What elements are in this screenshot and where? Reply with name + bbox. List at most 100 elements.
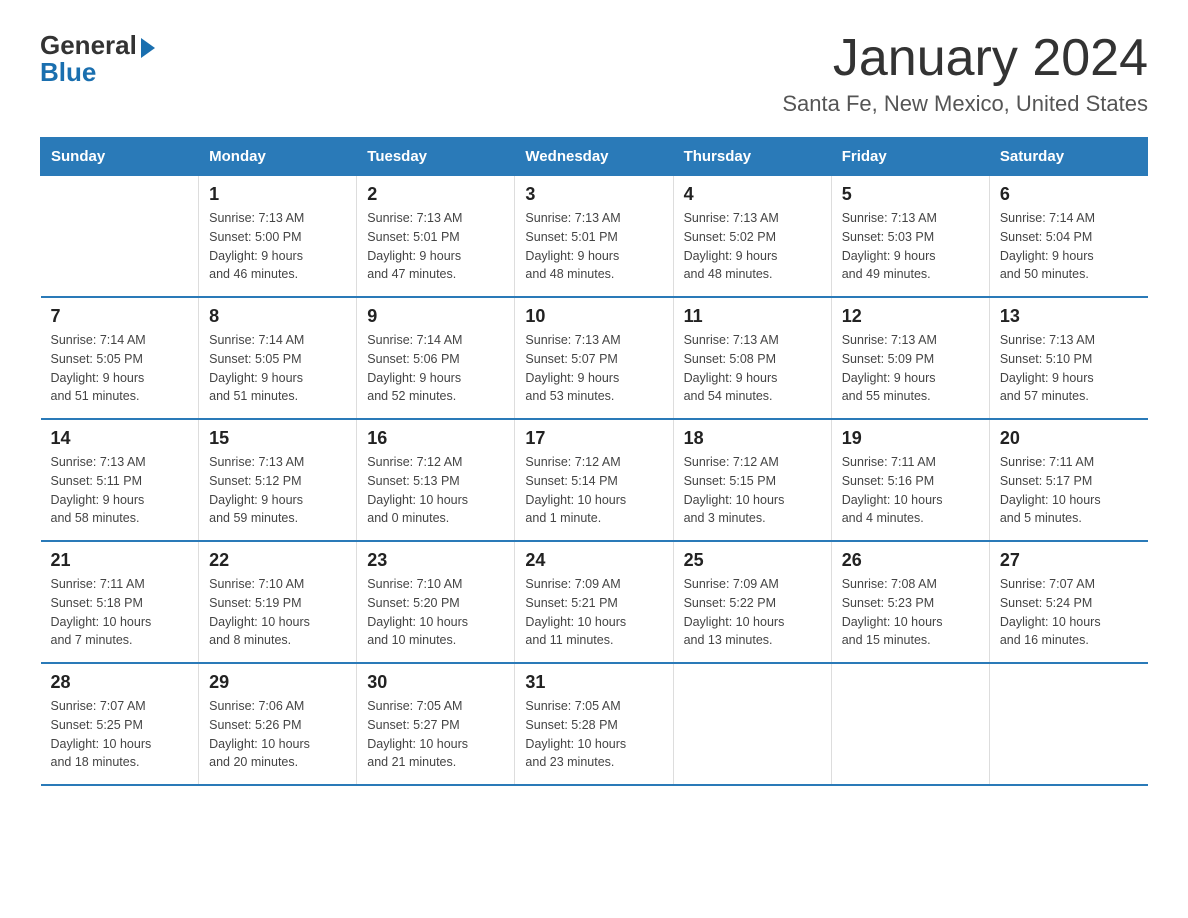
day-info: Sunrise: 7:13 AMSunset: 5:09 PMDaylight:… [842,331,979,406]
col-header-monday: Monday [199,138,357,176]
day-info: Sunrise: 7:13 AMSunset: 5:01 PMDaylight:… [525,209,662,284]
calendar-cell: 19 Sunrise: 7:11 AMSunset: 5:16 PMDayligh… [831,419,989,541]
calendar-cell: 29 Sunrise: 7:06 AMSunset: 5:26 PMDayligh… [199,663,357,785]
day-info: Sunrise: 7:14 AMSunset: 5:05 PMDaylight:… [51,331,189,406]
day-info: Sunrise: 7:12 AMSunset: 5:13 PMDaylight:… [367,453,504,528]
day-info: Sunrise: 7:13 AMSunset: 5:00 PMDaylight:… [209,209,346,284]
calendar-cell: 8Sunrise: 7:14 AMSunset: 5:05 PMDaylight… [199,297,357,419]
day-info: Sunrise: 7:07 AMSunset: 5:24 PMDaylight:… [1000,575,1138,650]
day-info: Sunrise: 7:08 AMSunset: 5:23 PMDaylight:… [842,575,979,650]
calendar-cell [41,176,199,298]
calendar-week-row: 1 Sunrise: 7:13 AMSunset: 5:00 PMDaylight… [41,176,1148,298]
day-number: 28 [51,672,189,693]
calendar-cell: 24Sunrise: 7:09 AMSunset: 5:21 PMDayligh… [515,541,673,663]
day-info: Sunrise: 7:13 AMSunset: 5:07 PMDaylight:… [525,331,662,406]
day-info: Sunrise: 7:09 AMSunset: 5:21 PMDaylight:… [525,575,662,650]
day-number: 14 [51,428,189,449]
day-number: 26 [842,550,979,571]
day-number: 1 [209,184,346,205]
day-info: Sunrise: 7:06 AMSunset: 5:26 PMDaylight:… [209,697,346,772]
page-subtitle: Santa Fe, New Mexico, United States [782,91,1148,117]
day-number: 4 [684,184,821,205]
calendar-cell: 18 Sunrise: 7:12 AMSunset: 5:15 PMDayligh… [673,419,831,541]
day-number: 10 [525,306,662,327]
calendar-cell: 22Sunrise: 7:10 AMSunset: 5:19 PMDayligh… [199,541,357,663]
calendar-cell: 4 Sunrise: 7:13 AMSunset: 5:02 PMDaylight… [673,176,831,298]
calendar-cell [831,663,989,785]
day-info: Sunrise: 7:12 AMSunset: 5:15 PMDaylight:… [684,453,821,528]
col-header-friday: Friday [831,138,989,176]
calendar-cell: 20 Sunrise: 7:11 AMSunset: 5:17 PMDayligh… [989,419,1147,541]
day-info: Sunrise: 7:05 AMSunset: 5:27 PMDaylight:… [367,697,504,772]
day-info: Sunrise: 7:13 AMSunset: 5:02 PMDaylight:… [684,209,821,284]
calendar-cell: 30Sunrise: 7:05 AMSunset: 5:27 PMDayligh… [357,663,515,785]
calendar-header-row: SundayMondayTuesdayWednesdayThursdayFrid… [41,138,1148,176]
day-info: Sunrise: 7:14 AMSunset: 5:04 PMDaylight:… [1000,209,1138,284]
day-number: 11 [684,306,821,327]
day-number: 12 [842,306,979,327]
day-info: Sunrise: 7:05 AMSunset: 5:28 PMDaylight:… [525,697,662,772]
calendar-cell: 7 Sunrise: 7:14 AMSunset: 5:05 PMDaylight… [41,297,199,419]
day-info: Sunrise: 7:13 AMSunset: 5:10 PMDaylight:… [1000,331,1138,406]
day-info: Sunrise: 7:13 AMSunset: 5:12 PMDaylight:… [209,453,346,528]
day-info: Sunrise: 7:12 AMSunset: 5:14 PMDaylight:… [525,453,662,528]
day-number: 15 [209,428,346,449]
col-header-thursday: Thursday [673,138,831,176]
calendar-cell: 21Sunrise: 7:11 AMSunset: 5:18 PMDayligh… [41,541,199,663]
day-number: 9 [367,306,504,327]
col-header-tuesday: Tuesday [357,138,515,176]
calendar-cell: 3 Sunrise: 7:13 AMSunset: 5:01 PMDaylight… [515,176,673,298]
calendar-cell: 14 Sunrise: 7:13 AMSunset: 5:11 PMDayligh… [41,419,199,541]
calendar-cell: 5Sunrise: 7:13 AMSunset: 5:03 PMDaylight… [831,176,989,298]
day-number: 19 [842,428,979,449]
calendar-cell [989,663,1147,785]
day-info: Sunrise: 7:13 AMSunset: 5:11 PMDaylight:… [51,453,189,528]
day-number: 17 [525,428,662,449]
day-info: Sunrise: 7:11 AMSunset: 5:16 PMDaylight:… [842,453,979,528]
day-number: 16 [367,428,504,449]
day-number: 6 [1000,184,1138,205]
day-info: Sunrise: 7:11 AMSunset: 5:18 PMDaylight:… [51,575,189,650]
day-number: 18 [684,428,821,449]
day-info: Sunrise: 7:13 AMSunset: 5:03 PMDaylight:… [842,209,979,284]
calendar-week-row: 7 Sunrise: 7:14 AMSunset: 5:05 PMDaylight… [41,297,1148,419]
calendar-cell: 16 Sunrise: 7:12 AMSunset: 5:13 PMDayligh… [357,419,515,541]
calendar-cell [673,663,831,785]
day-info: Sunrise: 7:10 AMSunset: 5:20 PMDaylight:… [367,575,504,650]
calendar-cell: 1 Sunrise: 7:13 AMSunset: 5:00 PMDaylight… [199,176,357,298]
day-number: 27 [1000,550,1138,571]
day-number: 25 [684,550,821,571]
page-title: January 2024 [782,30,1148,87]
logo-arrow-icon [141,38,155,58]
day-info: Sunrise: 7:09 AMSunset: 5:22 PMDaylight:… [684,575,821,650]
day-info: Sunrise: 7:14 AMSunset: 5:05 PMDaylight:… [209,331,346,406]
calendar-cell: 17 Sunrise: 7:12 AMSunset: 5:14 PMDayligh… [515,419,673,541]
calendar-cell: 23 Sunrise: 7:10 AMSunset: 5:20 PMDayligh… [357,541,515,663]
day-info: Sunrise: 7:07 AMSunset: 5:25 PMDaylight:… [51,697,189,772]
day-number: 23 [367,550,504,571]
calendar-cell: 15 Sunrise: 7:13 AMSunset: 5:12 PMDayligh… [199,419,357,541]
calendar-cell: 13Sunrise: 7:13 AMSunset: 5:10 PMDayligh… [989,297,1147,419]
calendar-cell: 11Sunrise: 7:13 AMSunset: 5:08 PMDayligh… [673,297,831,419]
day-number: 29 [209,672,346,693]
col-header-wednesday: Wednesday [515,138,673,176]
page-header: General Blue January 2024 Santa Fe, New … [40,30,1148,117]
day-number: 7 [51,306,189,327]
title-block: January 2024 Santa Fe, New Mexico, Unite… [782,30,1148,117]
calendar-cell: 31 Sunrise: 7:05 AMSunset: 5:28 PMDayligh… [515,663,673,785]
day-info: Sunrise: 7:11 AMSunset: 5:17 PMDaylight:… [1000,453,1138,528]
day-number: 3 [525,184,662,205]
calendar-cell: 12 Sunrise: 7:13 AMSunset: 5:09 PMDayligh… [831,297,989,419]
day-info: Sunrise: 7:14 AMSunset: 5:06 PMDaylight:… [367,331,504,406]
calendar-cell: 26 Sunrise: 7:08 AMSunset: 5:23 PMDayligh… [831,541,989,663]
calendar-week-row: 21Sunrise: 7:11 AMSunset: 5:18 PMDayligh… [41,541,1148,663]
col-header-saturday: Saturday [989,138,1147,176]
logo: General Blue [40,30,155,88]
col-header-sunday: Sunday [41,138,199,176]
day-number: 20 [1000,428,1138,449]
day-info: Sunrise: 7:10 AMSunset: 5:19 PMDaylight:… [209,575,346,650]
calendar-table: SundayMondayTuesdayWednesdayThursdayFrid… [40,137,1148,786]
day-number: 31 [525,672,662,693]
day-info: Sunrise: 7:13 AMSunset: 5:01 PMDaylight:… [367,209,504,284]
calendar-cell: 28 Sunrise: 7:07 AMSunset: 5:25 PMDayligh… [41,663,199,785]
